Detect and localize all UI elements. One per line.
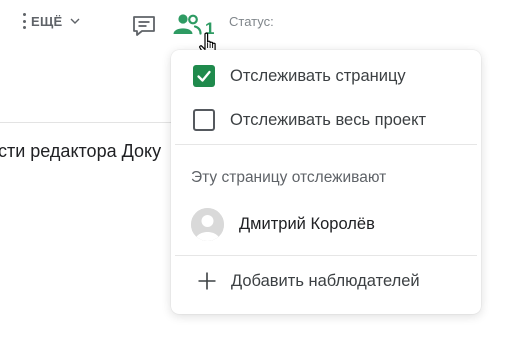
avatar <box>191 208 224 241</box>
watch-page-label: Отслеживать страницу <box>230 66 406 85</box>
more-label: ЕЩЁ <box>31 13 63 29</box>
watch-dropdown-menu: Отслеживать страницу Отслеживать весь пр… <box>171 50 481 314</box>
add-watchers-button[interactable]: Добавить наблюдателей <box>171 271 481 291</box>
more-dots-icon <box>22 13 26 29</box>
watch-project-checkbox[interactable] <box>193 109 215 131</box>
document-text: сти редактора Доку <box>0 141 162 161</box>
plus-icon <box>198 272 216 290</box>
checkmark-icon <box>197 70 211 82</box>
watch-page-option[interactable]: Отслеживать страницу <box>171 65 481 87</box>
watcher-item[interactable]: Дмитрий Королёв <box>171 208 481 241</box>
watcher-name: Дмитрий Королёв <box>239 215 375 233</box>
watch-project-option[interactable]: Отслеживать весь проект <box>171 109 481 131</box>
more-menu-button[interactable]: ЕЩЁ <box>22 13 81 29</box>
menu-separator <box>175 255 477 256</box>
comments-button[interactable] <box>130 12 158 40</box>
user-avatar-icon <box>191 208 224 241</box>
add-watchers-label: Добавить наблюдателей <box>231 271 420 290</box>
comment-icon <box>133 16 155 36</box>
chevron-down-icon <box>70 18 80 24</box>
status-label: Статус: <box>229 14 274 29</box>
header-divider <box>0 122 172 123</box>
watchers-heading: Эту страницу отслеживают <box>191 169 387 186</box>
menu-separator <box>175 144 477 145</box>
watch-project-label: Отслеживать весь проект <box>230 110 427 129</box>
watch-page-checkbox[interactable] <box>193 65 215 87</box>
